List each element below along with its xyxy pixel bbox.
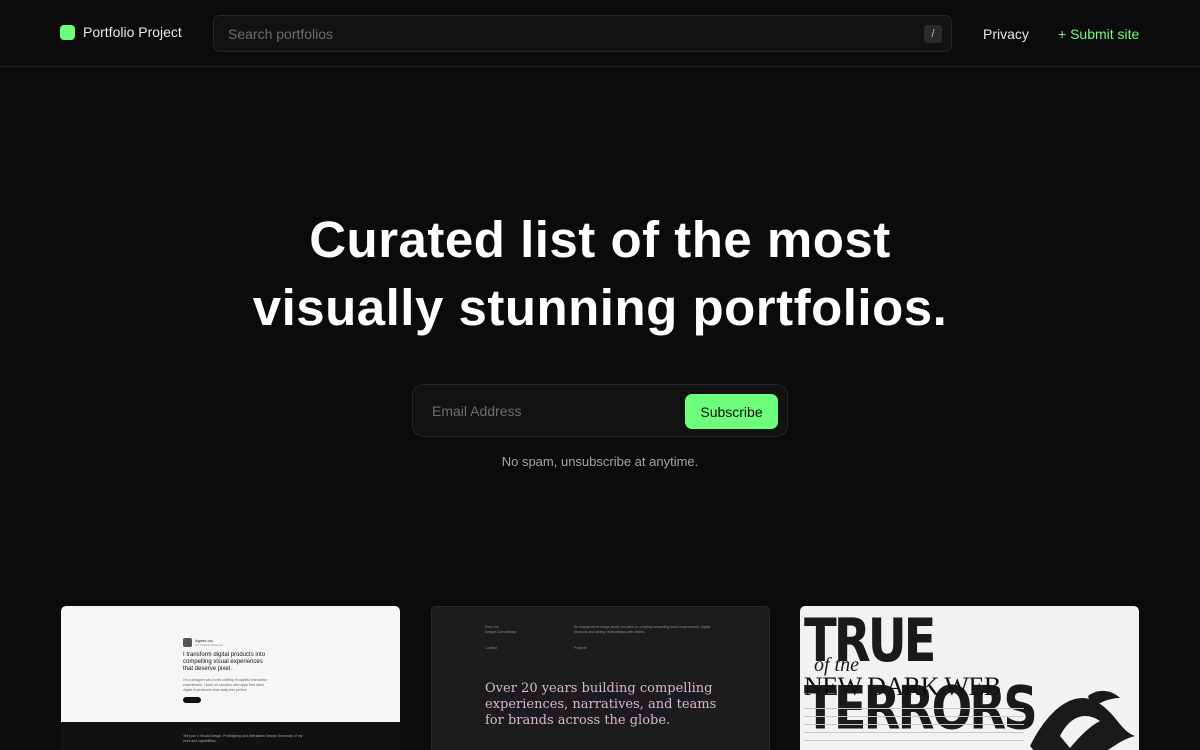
portfolio-card-2[interactable]: Fran Ltd. Design Consultancy Contact An … (431, 606, 770, 750)
submit-site-link[interactable]: + Submit site (1058, 26, 1139, 42)
search-bar: / (213, 15, 952, 52)
search-shortcut-key: / (924, 25, 942, 43)
logo-icon (60, 24, 75, 40)
avatar (183, 638, 192, 647)
subscribe-form: Subscribe (412, 384, 788, 437)
hero-title: Curated list of the most visually stunni… (0, 206, 1200, 342)
card-1-dark-text: Tell your 4 Visual Design, Prototyping a… (183, 734, 303, 743)
card-2-col2-projects: Projects (574, 646, 587, 650)
portfolio-card-3[interactable]: TRUE TERRORS of the NEW DARK WEB (800, 606, 1139, 750)
brand-logo[interactable]: Portfolio Project (60, 24, 182, 40)
card-2-col1-sub: Design Consultancy (485, 630, 517, 634)
portfolio-card-1[interactable]: Agnes Inc. UX Product Designer I transfo… (61, 606, 400, 750)
card-2-col1-contact: Contact (485, 646, 498, 650)
card-1-role: UX Product Designer (195, 643, 224, 647)
privacy-link[interactable]: Privacy (983, 26, 1029, 42)
bird-illustration-icon (1030, 690, 1135, 750)
card-1-body: I'm a designer who loves crafting though… (183, 678, 268, 692)
card-3-subtitle: NEW DARK WEB (804, 672, 1001, 701)
email-field[interactable] (432, 393, 682, 429)
top-nav: Portfolio Project / Privacy + Submit sit… (0, 0, 1200, 67)
card-2-col2-text: An independent design studio focused on … (574, 625, 711, 634)
card-1-headline: I transform digital products into compel… (183, 652, 266, 672)
card-2-headline: Over 20 years building compelling experi… (485, 681, 717, 728)
subscribe-button[interactable]: Subscribe (685, 394, 778, 429)
card-1-cta-pill (183, 697, 201, 703)
subscribe-note: No spam, unsubscribe at anytime. (501, 454, 699, 469)
hero-title-line-2: visually stunning portfolios. (252, 279, 948, 336)
hero-title-line-1: Curated list of the most (309, 211, 891, 268)
card-1-dark-section: Tell your 4 Visual Design, Prototyping a… (61, 722, 400, 750)
search-input[interactable] (228, 16, 908, 51)
brand-name: Portfolio Project (83, 24, 182, 40)
card-3-text-lines (804, 708, 1024, 748)
